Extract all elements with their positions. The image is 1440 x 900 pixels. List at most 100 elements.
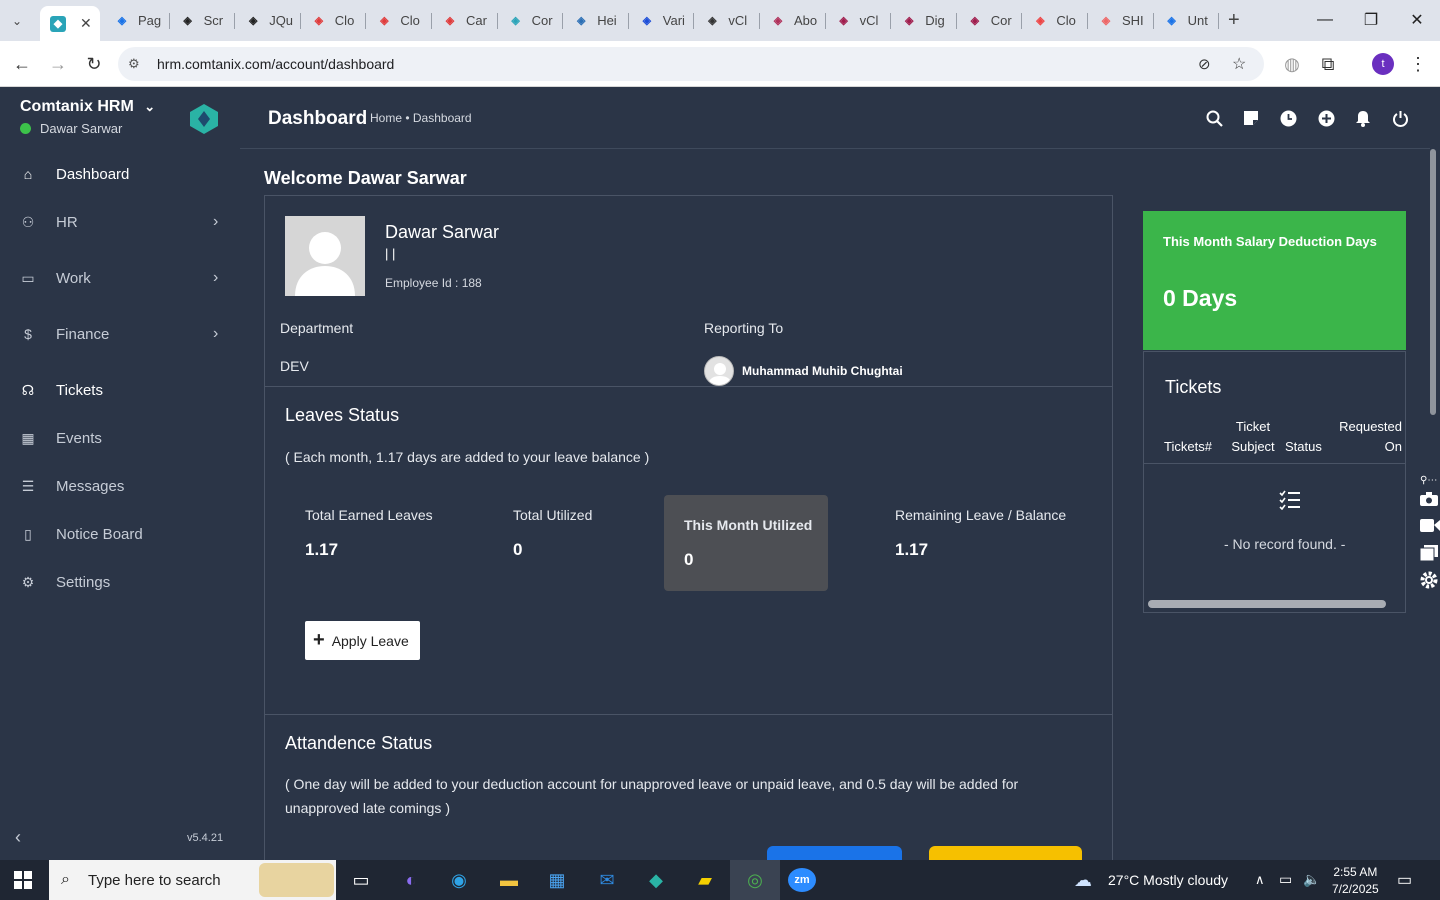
sticky-notes-icon[interactable]: ▰ [690,866,720,894]
new-tab-button[interactable]: + [1224,6,1250,35]
browser-tab[interactable]: ◈ Scr [170,6,236,35]
tickets-title: Tickets [1165,377,1222,397]
chrome-taskbar-active[interactable]: ◎ [730,860,780,900]
tab-search-button[interactable]: ⌄ [4,6,34,35]
attendance-button-blue[interactable] [767,846,902,860]
sidebar-item-hr[interactable]: ⚇ HR › [0,202,240,242]
browser-tab[interactable]: ◈ Cor [957,6,1023,35]
x-icon: ◈ [642,15,652,27]
system-clock[interactable]: 2:55 AM 7/2/2025 [1332,864,1379,898]
extensions-icon[interactable]: ⧉ [1316,52,1340,76]
add-circle-icon[interactable] [1316,108,1336,128]
site-settings-icon[interactable]: ⚙ [128,56,140,72]
task-view-icon[interactable]: ▭ [346,866,376,894]
app-version: v5.4.21 [187,832,224,844]
forward-button[interactable]: → [46,52,70,76]
tab-separator [1218,13,1220,29]
sidebar-item-settings[interactable]: ⚙ Settings [0,562,240,602]
store-icon[interactable]: ▦ [542,866,572,894]
page-scrollbar[interactable] [1430,149,1436,415]
clock-time: 2:55 AM [1333,865,1378,879]
close-tab-icon[interactable]: ✕ [80,15,92,32]
clock-icon[interactable] [1278,108,1298,128]
bell-icon[interactable] [1353,108,1373,128]
browser-tab[interactable]: ◈ Clo [1022,6,1088,35]
sidebar-item-messages[interactable]: ☰ Messages [0,466,240,506]
browser-tab[interactable]: ◈ vCl [694,6,760,35]
sidebar-item-work[interactable]: ▭ Work › [0,258,240,298]
chevron-right-icon: › [213,325,219,342]
link-icon[interactable]: ⚲⋯ [1420,475,1437,486]
browser-toolbar: ← → ↻ ⚙ hrm.comtanix.com/account/dashboa… [0,41,1440,87]
translate-icon[interactable]: ◍ [1280,52,1304,76]
windows-start-icon[interactable] [14,871,32,894]
settings-gear-icon[interactable] [1420,571,1438,594]
browser-tab[interactable]: ◈ Clo [366,6,432,35]
system-tray-chevron-icon[interactable]: ∧ [1255,872,1265,888]
taskbar-search[interactable]: ⌕ Type here to search [49,860,336,900]
restore-button[interactable]: ❐ [1356,8,1386,32]
video-icon[interactable] [1420,519,1440,537]
copy-icon[interactable] [1419,545,1438,566]
manager-name[interactable]: Muhammad Muhib Chughtai [742,364,903,378]
tickets-horizontal-scrollbar[interactable] [1148,600,1386,608]
bookmark-star-icon[interactable]: ☆ [1232,54,1246,74]
sidebar-item-events[interactable]: ▦ Events [0,418,240,458]
browser-tab[interactable]: ◈ Car [432,6,498,35]
back-button[interactable]: ← [10,52,34,76]
apply-leave-button[interactable]: + Apply Leave [305,621,420,660]
browser-tab[interactable]: ◈ Hei [563,6,629,35]
reporting-to-label: Reporting To [704,320,784,336]
sidebar-item-dashboard[interactable]: ⌂ Dashboard [0,154,240,194]
copilot-icon[interactable]: ◐ [396,866,426,894]
volume-icon[interactable]: 🔈 [1303,871,1320,888]
v-icon: ◈ [839,15,848,27]
sidebar-item-tickets[interactable]: ☊ Tickets [0,370,240,410]
browser-tab[interactable]: ◈ SHI [1088,6,1154,35]
eye-slash-icon[interactable]: ⊘ [1198,55,1211,73]
power-icon[interactable] [1390,108,1410,128]
zoom-icon[interactable]: zm [788,868,816,892]
browser-tab[interactable]: ◈ Vari [629,6,695,35]
user-name: Dawar Sarwar [40,121,123,136]
browser-tab[interactable]: ◈ vCl [826,6,892,35]
weather-text[interactable]: 27°C Mostly cloudy [1108,872,1228,888]
welcome-heading: Welcome Dawar Sarwar [264,168,467,188]
sidebar-item-finance[interactable]: $ Finance › [0,314,240,354]
camera-icon[interactable] [1420,492,1438,511]
browser-tab[interactable]: ◈ Abo [760,6,826,35]
minimize-button[interactable]: — [1310,8,1340,32]
leaves-status-title: Leaves Status [285,405,400,425]
reload-button[interactable]: ↻ [82,52,106,76]
tab-title: Cor [531,13,553,28]
app-hex-icon[interactable]: ◆ [641,866,671,894]
collapse-sidebar-icon[interactable]: ‹ [15,827,21,848]
sticky-note-icon[interactable] [1241,108,1261,128]
edge-icon[interactable]: ◉ [444,866,474,894]
browser-tab[interactable]: ◈ Unt [1154,6,1220,35]
sidebar-item-label: Finance [56,325,110,343]
browser-tab[interactable]: ◈ Cor [498,6,564,35]
profile-designation: | | [385,246,396,261]
browser-tab[interactable]: ◈ Pag [104,6,170,35]
browser-tab[interactable]: ◈ Dig [891,6,957,35]
column-header-subject: Ticket Subject [1231,419,1275,454]
window-close-button[interactable]: ✕ [1402,8,1432,32]
tab-active[interactable]: ◆ ✕ [40,6,100,41]
menu-icon[interactable]: ⋮ [1406,52,1430,76]
address-bar[interactable]: ⚙ hrm.comtanix.com/account/dashboard ⊘ ☆ [118,47,1264,81]
notification-icon[interactable]: ▭ [1397,870,1412,890]
stat-this-month-label: This Month Utilized [684,517,813,533]
stat-this-month-value: 0 [684,550,694,569]
file-explorer-icon[interactable]: ▬ [494,866,524,894]
search-icon[interactable] [1204,108,1224,128]
browser-tab[interactable]: ◈ Clo [301,6,367,35]
brand-title[interactable]: Comtanix HRM ⌄ [20,98,155,116]
network-icon[interactable]: ▭ [1279,871,1292,888]
profile-avatar[interactable]: t [1372,53,1394,75]
attendance-button-yellow[interactable] [929,846,1082,860]
breadcrumb[interactable]: Home • Dashboard [370,111,472,125]
sidebar-item-notice-board[interactable]: ▯ Notice Board [0,514,240,554]
mail-icon[interactable]: ✉ [592,866,622,894]
browser-tab[interactable]: ◈ JQu [235,6,301,35]
